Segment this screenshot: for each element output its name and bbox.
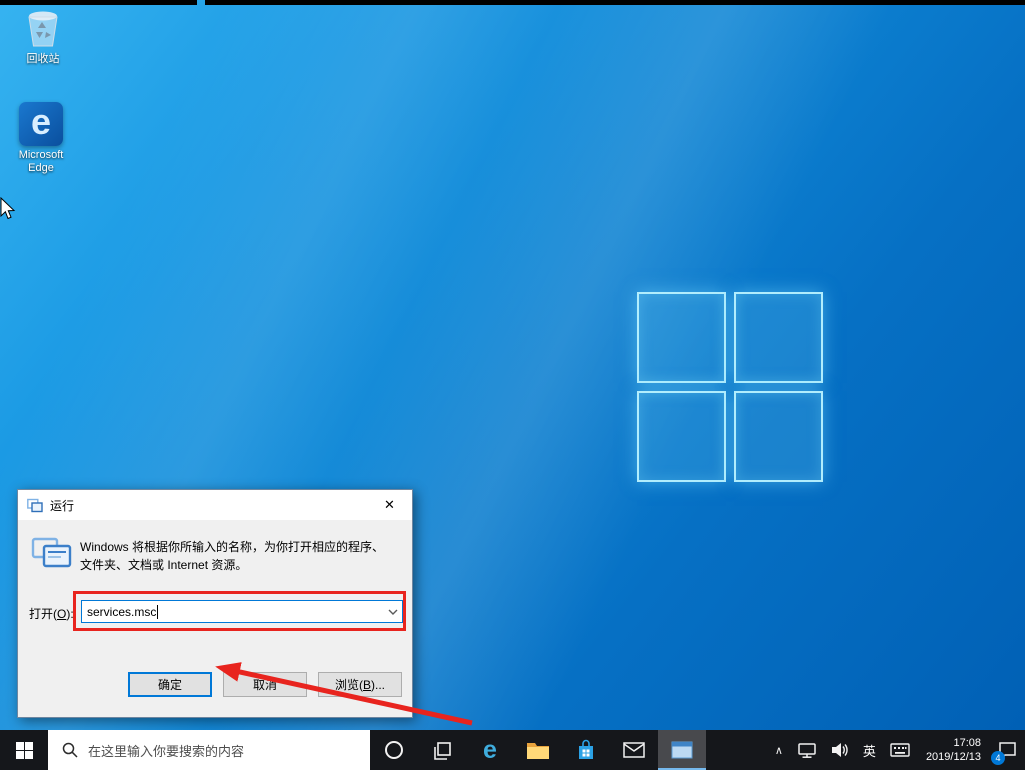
task-view-icon xyxy=(432,740,453,761)
windows-logo-pane xyxy=(637,292,726,383)
taskbar-clock[interactable]: 17:08 2019/12/13 xyxy=(917,736,990,764)
start-button[interactable] xyxy=(0,730,48,770)
microsoft-store-button[interactable] xyxy=(562,730,610,770)
cortana-icon xyxy=(384,740,404,760)
close-button[interactable]: ✕ xyxy=(367,490,412,520)
taskbar-search-input[interactable]: 在这里输入你要搜索的内容 xyxy=(48,730,370,770)
recycle-bin-label: 回收站 xyxy=(27,53,60,66)
taskbar-run-window-button[interactable] xyxy=(658,730,706,770)
run-dialog-title: 运行 xyxy=(50,497,74,514)
hidden-icons-button[interactable]: ∧ xyxy=(768,730,790,770)
desktop: 回收站 e Microsoft Edge 运行 ✕ xyxy=(0,0,1025,770)
network-icon xyxy=(797,742,817,759)
open-label: 打开(O): xyxy=(29,605,74,622)
run-icon xyxy=(27,498,43,513)
run-dialog-icon xyxy=(31,536,73,570)
ime-indicator[interactable]: 英 xyxy=(856,730,883,770)
touch-keyboard-button[interactable] xyxy=(883,730,917,770)
keyboard-icon xyxy=(890,743,910,757)
taskbar-edge-button[interactable]: e xyxy=(466,730,514,770)
mouse-cursor xyxy=(0,197,16,221)
windows-logo-pane xyxy=(734,391,823,482)
volume-button[interactable] xyxy=(824,730,856,770)
edge-label: Microsoft Edge xyxy=(19,149,64,175)
desktop-icon-recycle-bin[interactable]: 回收站 xyxy=(10,8,76,66)
microsoft-store-icon xyxy=(576,739,596,761)
cortana-button[interactable] xyxy=(370,730,418,770)
screen-edge-artifact xyxy=(0,0,197,5)
action-center-button[interactable]: 4 xyxy=(990,730,1025,770)
mail-button[interactable] xyxy=(610,730,658,770)
search-icon xyxy=(62,742,78,758)
run-window-icon xyxy=(671,741,693,759)
edge-icon: e xyxy=(483,738,497,763)
screen-edge-artifact xyxy=(205,0,1025,5)
desktop-icon-microsoft-edge[interactable]: e Microsoft Edge xyxy=(8,102,74,175)
annotation-red-arrow xyxy=(190,645,490,735)
run-dialog-description: Windows 将根据你所输入的名称，为你打开相应的程序、 文件夹、文档或 In… xyxy=(80,538,384,574)
windows-logo-pane xyxy=(637,391,726,482)
microsoft-edge-icon: e xyxy=(19,102,63,146)
file-explorer-icon xyxy=(526,740,550,760)
chevron-up-icon: ∧ xyxy=(775,744,783,757)
windows-logo xyxy=(637,292,823,482)
mail-icon xyxy=(623,742,645,758)
file-explorer-button[interactable] xyxy=(514,730,562,770)
clock-date: 2019/12/13 xyxy=(926,750,981,764)
windows-logo-pane xyxy=(734,292,823,383)
clock-time: 17:08 xyxy=(953,736,981,750)
taskbar: 在这里输入你要搜索的内容 e xyxy=(0,730,1025,770)
recycle-bin-icon xyxy=(24,8,62,50)
system-tray: ∧ 英 xyxy=(768,730,1025,770)
speaker-icon xyxy=(831,742,849,758)
task-view-button[interactable] xyxy=(418,730,466,770)
windows-start-icon xyxy=(16,742,33,759)
search-placeholder: 在这里输入你要搜索的内容 xyxy=(88,741,244,760)
network-button[interactable] xyxy=(790,730,824,770)
close-icon: ✕ xyxy=(384,497,395,513)
notification-badge: 4 xyxy=(991,751,1005,765)
annotation-red-rectangle xyxy=(73,591,406,631)
run-dialog-titlebar[interactable]: 运行 ✕ xyxy=(18,490,412,520)
